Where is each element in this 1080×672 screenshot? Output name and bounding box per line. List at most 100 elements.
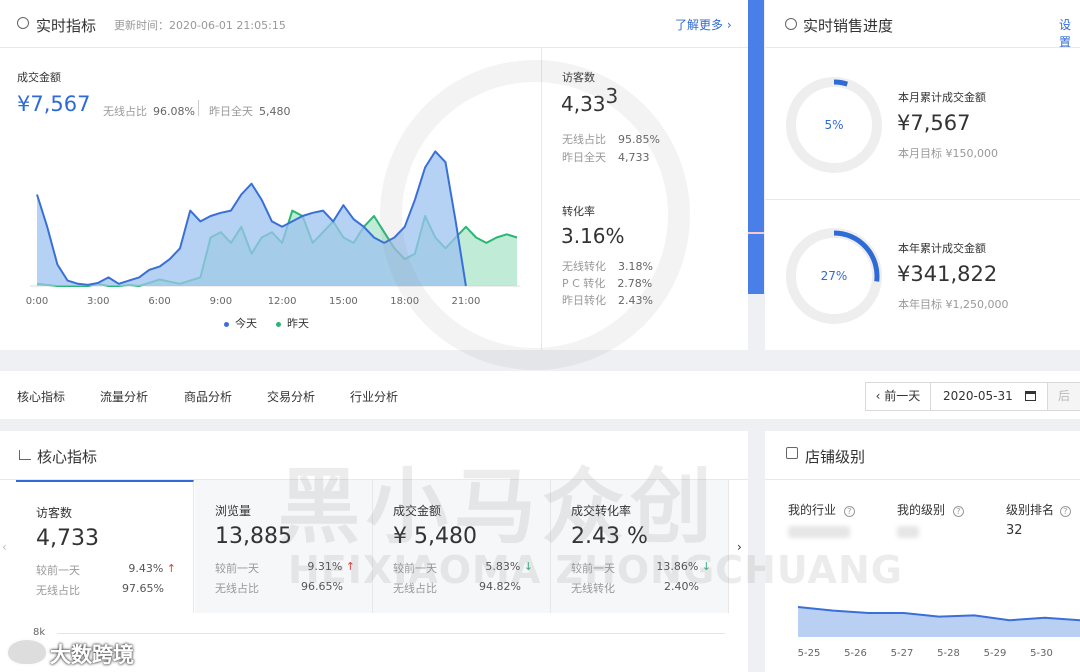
arrow-down-icon: ↓ [701,560,711,573]
shop-icon [786,447,798,459]
gmv-label: 成交金额 [17,71,61,84]
metric-wireless: 无线占比 97.65% [36,582,164,597]
year-value: ¥341,822 [897,262,998,286]
calendar-icon[interactable] [1025,391,1036,401]
visitors-yesterday: 昨日全天 4,733 [562,151,650,164]
conversion-value: 3.16% [561,224,625,248]
x-tick-label: 12:00 [268,296,297,307]
tab-transactions[interactable]: 交易分析 [267,388,315,405]
divider [765,199,1080,200]
x-tick-label: 0:00 [26,296,48,307]
next-arrow-icon[interactable]: › [737,540,742,554]
x-tick-label: 15:00 [329,296,358,307]
x-tick-label: 5-29 [984,648,1007,659]
tab-core-metrics[interactable]: 核心指标 [17,388,65,405]
x-tick-label: 5-28 [937,648,960,659]
metric-label: 成交转化率 [571,504,632,518]
arrow-up-icon: ↑ [166,562,176,575]
help-icon[interactable]: ? [952,506,964,517]
col-my-industry: 我的行业 ? [788,501,855,518]
metric-wireless: 无线占比 96.65% [215,580,343,595]
month-target: 本月目标 ¥150,000 [898,147,998,160]
divider [765,479,1080,480]
metric-value: 4,733 [36,526,99,551]
divider [748,232,764,234]
x-tick-label: 5-30 [1030,648,1053,659]
legend-dot-icon [224,321,229,327]
sales-progress-title: 实时销售进度 [803,17,894,35]
gmv-yesterday: 昨日全天 5,480 [209,105,291,118]
metric-wireless: 无线转化 2.40% [571,580,699,595]
year-label: 本年累计成交金额 [898,242,986,255]
visitors-label: 访客数 [562,71,595,84]
x-tick-label: 5-26 [844,648,867,659]
visitors-wireless: 无线占比 95.85% [562,133,660,146]
update-time: 更新时间：2020-06-01 21:05:15 [114,19,286,32]
metric-label: 成交金额 [393,504,442,518]
x-tick-label: 3:00 [87,296,109,307]
metric-change: 较前一天 9.31% ↑ [215,560,355,575]
x-tick-label: 5-25 [798,648,821,659]
col-level-rank: 级别排名 ? [1006,501,1071,518]
help-icon[interactable]: ? [1059,506,1071,517]
tab-traffic[interactable]: 流量分析 [100,388,148,405]
gridline [57,633,725,634]
weibo-logo-icon [6,638,48,666]
month-value: ¥7,567 [897,111,971,135]
month-label: 本月累计成交金额 [898,91,986,104]
x-tick-label: 5-27 [891,648,914,659]
x-tick-label: 18:00 [390,296,419,307]
arrow-down-icon: ↓ [523,560,533,573]
metric-change: 较前一天 5.83% ↓ [393,560,533,575]
divider [198,100,199,116]
col-my-level: 我的级别 ? [897,501,964,518]
metric-card-visitors[interactable]: 访客数 4,733 较前一天 9.43% ↑ 无线占比 97.65% [16,480,194,613]
bar-chart-icon [19,450,31,460]
metric-value: ¥ 5,480 [393,524,477,549]
core-metrics-title: 核心指标 [37,448,98,466]
level-trend-chart: 5-25 5-26 5-27 5-28 5-29 5-30 [798,606,1080,659]
metric-value: 2.43 % [571,524,648,549]
month-percent: 5% [824,118,844,132]
conversion-row: P C 转化 2.78% [562,277,653,290]
metric-card-pageviews[interactable]: 浏览量 13,885 较前一天 9.31% ↑ 无线占比 96.65% [195,480,373,613]
series-area-0 [37,151,466,286]
divider-vertical [541,47,542,350]
realtime-title: 实时指标 [36,17,97,35]
target-icon [785,18,797,30]
blurred-industry [788,526,850,538]
metric-card-conversion[interactable]: 成交转化率 2.43 % 较前一天 13.86% ↓ 无线转化 2.40% [551,480,729,613]
metric-value: 13,885 [215,524,292,549]
divider [0,47,748,48]
corner-watermark: 大数跨境 [50,643,134,667]
shop-level-title: 店铺级别 [805,448,866,466]
clock-icon [17,17,29,29]
divider [765,47,1080,48]
metric-change: 较前一天 13.86% ↓ [571,560,711,575]
scroll-bar[interactable] [748,0,764,294]
rank-value: 32 [1006,523,1023,538]
conversion-row: 无线转化 3.18% [562,260,653,273]
gmv-value: ¥7,567 [17,92,91,116]
metric-change: 较前一天 9.43% ↑ [36,562,176,577]
tab-products[interactable]: 商品分析 [184,388,232,405]
y-tick-label: 8k [33,627,46,638]
legend-today[interactable]: 今天 [224,315,257,331]
settings-link[interactable]: 设置 [1059,16,1080,50]
prev-day-button[interactable]: ‹ 前一天 [865,382,931,411]
prev-arrow-icon[interactable]: ‹ [2,540,7,554]
legend-yesterday[interactable]: 昨天 [276,315,309,331]
year-target: 本年目标 ¥1,250,000 [898,298,1009,311]
next-day-button[interactable]: 后一 [1047,382,1080,411]
learn-more-link[interactable]: 了解更多 › [675,16,732,33]
arrow-up-icon: ↑ [345,560,355,573]
help-icon[interactable]: ? [843,506,855,517]
year-percent: 27% [820,269,848,283]
metric-label: 访客数 [36,506,73,520]
x-tick-label: 6:00 [148,296,170,307]
gmv-wireless: 无线占比 96.08% [103,105,195,118]
x-tick-label: 9:00 [210,296,232,307]
tab-industry[interactable]: 行业分析 [350,388,398,405]
metric-card-gmv[interactable]: 成交金额 ¥ 5,480 较前一天 5.83% ↓ 无线占比 94.82% [373,480,551,613]
ring-progress [833,79,849,87]
